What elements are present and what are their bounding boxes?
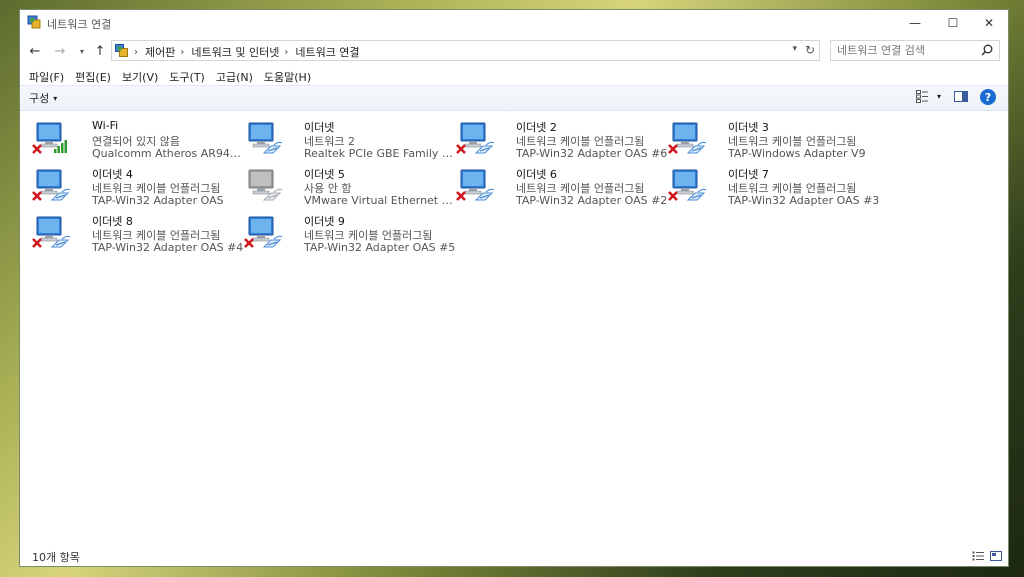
menu-view[interactable]: 보기(V) [118, 67, 162, 87]
connection-tap-win32-adapter-oas-2[interactable]: 이더넷 6 네트워크 케이블 언플러그됨 TAP-Win32 Adapter OAS… [456, 163, 667, 207]
up-button[interactable]: ↑ [90, 41, 110, 61]
connection-vmware-virtual-ethernet-adapter[interactable]: 이더넷 5사용 안 함VMware Virtual Ethernet Adapt… [244, 163, 456, 207]
breadcrumb-network-internet[interactable]: 네트워크 및 인터넷 [191, 44, 279, 60]
menu-tools[interactable]: 도구(T) [165, 67, 209, 87]
ethernet-adapter-icon [456, 169, 495, 201]
connection-tap-win32-adapter-oas[interactable]: 이더넷 4 네트워크 케이블 언플러그됨 TAP-Win32 Adapter OAS [32, 163, 240, 207]
change-view-button[interactable]: ▾ [915, 90, 941, 103]
explorer-window: 네트워크 연결 — ☐ ✕ ← → ▾ ↑ › 제어판 › 네트워크 및 인터넷… [19, 9, 1009, 567]
connection-device: TAP-Win32 Adapter OAS #5 [304, 241, 456, 254]
organize-label: 구성 [29, 92, 50, 105]
menu-file[interactable]: 파일(F) [25, 67, 68, 87]
ethernet-adapter-icon [668, 122, 707, 154]
connection-device: VMware Virtual Ethernet Adapter... [304, 194, 456, 207]
chevron-down-icon: ▾ [936, 92, 941, 101]
title-bar[interactable]: 네트워크 연결 — ☐ ✕ [20, 10, 1008, 36]
ethernet-adapter-icon [248, 169, 283, 201]
search-box[interactable] [830, 40, 1000, 61]
window-title: 네트워크 연결 [47, 18, 112, 31]
organize-button[interactable]: 구성 ▾ [29, 90, 57, 106]
status-bar: 10개 항목 [20, 546, 1008, 566]
chevron-right-icon[interactable]: › [284, 47, 288, 58]
network-connections-icon [27, 15, 41, 29]
connection-device: Qualcomm Atheros AR9485 Wir... [92, 147, 244, 160]
item-count: 10개 항목 [32, 551, 80, 564]
breadcrumb: › 제어판 › 네트워크 및 인터넷 › 네트워크 연결 [131, 44, 362, 60]
ethernet-adapter-icon [244, 216, 283, 248]
connection-device: TAP-Win32 Adapter OAS #6 [516, 147, 668, 160]
details-view-icon[interactable] [972, 551, 984, 561]
tiles-view-icon[interactable] [990, 551, 1002, 561]
refresh-icon[interactable]: ↻ [805, 43, 815, 57]
menu-edit[interactable]: 편집(E) [71, 67, 115, 87]
connection-qualcomm-atheros-ar9485-wir[interactable]: Wi-Fi연결되어 있지 않음Qualcomm Atheros AR9485 W… [32, 116, 244, 160]
preview-pane-icon[interactable] [954, 91, 968, 102]
connection-device: TAP-Win32 Adapter OAS [92, 194, 224, 207]
connection-device: TAP-Win32 Adapter OAS #4 [92, 241, 244, 254]
close-button[interactable]: ✕ [970, 10, 1008, 36]
wifi-adapter-icon [32, 122, 67, 154]
chevron-down-icon[interactable]: ▾ [792, 44, 797, 54]
connection-tap-win32-adapter-oas-4[interactable]: 이더넷 8 네트워크 케이블 언플러그됨 TAP-Win32 Adapter OAS… [32, 210, 243, 254]
maximize-button[interactable]: ☐ [934, 10, 972, 36]
ethernet-adapter-icon [32, 169, 71, 201]
control-panel-icon [115, 44, 128, 57]
connection-tap-win32-adapter-oas-3[interactable]: 이더넷 7 네트워크 케이블 언플러그됨 TAP-Win32 Adapter OAS… [668, 163, 879, 207]
connection-device: TAP-Win32 Adapter OAS #2 [516, 194, 668, 207]
connection-tap-windows-adapter-v9[interactable]: 이더넷 3 네트워크 케이블 언플러그됨 TAP-Windows Adapter V… [668, 116, 876, 160]
forward-button[interactable]: → [50, 41, 70, 61]
connection-tap-win32-adapter-oas-6[interactable]: 이더넷 2 네트워크 케이블 언플러그됨 TAP-Win32 Adapter OAS… [456, 116, 667, 160]
breadcrumb-control-panel[interactable]: 제어판 [145, 44, 175, 60]
connections-list: Wi-Fi연결되어 있지 않음Qualcomm Atheros AR9485 W… [20, 111, 1008, 546]
connection-name: Wi-Fi [92, 119, 119, 132]
ethernet-adapter-icon [248, 122, 283, 154]
ethernet-adapter-icon [32, 216, 71, 248]
connection-tap-win32-adapter-oas-5[interactable]: 이더넷 9 네트워크 케이블 언플러그됨 TAP-Win32 Adapter OAS… [244, 210, 455, 254]
address-row: ← → ▾ ↑ › 제어판 › 네트워크 및 인터넷 › 네트워크 연결 ▾ ↻ [20, 39, 1008, 63]
breadcrumb-network-connections[interactable]: 네트워크 연결 [295, 44, 359, 60]
search-icon[interactable] [981, 44, 993, 56]
ethernet-adapter-icon [668, 169, 707, 201]
connection-realtek-pcie-gbe-family-controller[interactable]: 이더넷네트워크 2Realtek PCIe GBE Family Control… [244, 116, 456, 160]
menu-help[interactable]: 도움말(H) [260, 67, 315, 87]
back-button[interactable]: ← [25, 41, 45, 61]
search-input[interactable] [837, 43, 977, 58]
connection-device: Realtek PCIe GBE Family Controller [304, 147, 456, 160]
address-bar[interactable]: › 제어판 › 네트워크 및 인터넷 › 네트워크 연결 ▾ ↻ [111, 40, 820, 61]
chevron-right-icon[interactable]: › [134, 47, 138, 58]
connection-device: TAP-Windows Adapter V9 [728, 147, 866, 160]
ethernet-adapter-icon [456, 122, 495, 154]
menu-advanced[interactable]: 고급(N) [212, 67, 257, 87]
menu-bar: 파일(F) 편집(E) 보기(V) 도구(T) 고급(N) 도움말(H) [20, 67, 1008, 87]
connection-device: TAP-Win32 Adapter OAS #3 [728, 194, 880, 207]
chevron-down-icon: ▾ [53, 93, 58, 103]
view-options-icon [915, 90, 928, 103]
help-icon[interactable]: ? [980, 89, 996, 105]
recent-locations-button[interactable]: ▾ [72, 41, 92, 61]
chevron-right-icon[interactable]: › [180, 47, 184, 58]
minimize-button[interactable]: — [896, 10, 934, 36]
command-bar: 구성 ▾ ▾ ? [20, 85, 1008, 111]
